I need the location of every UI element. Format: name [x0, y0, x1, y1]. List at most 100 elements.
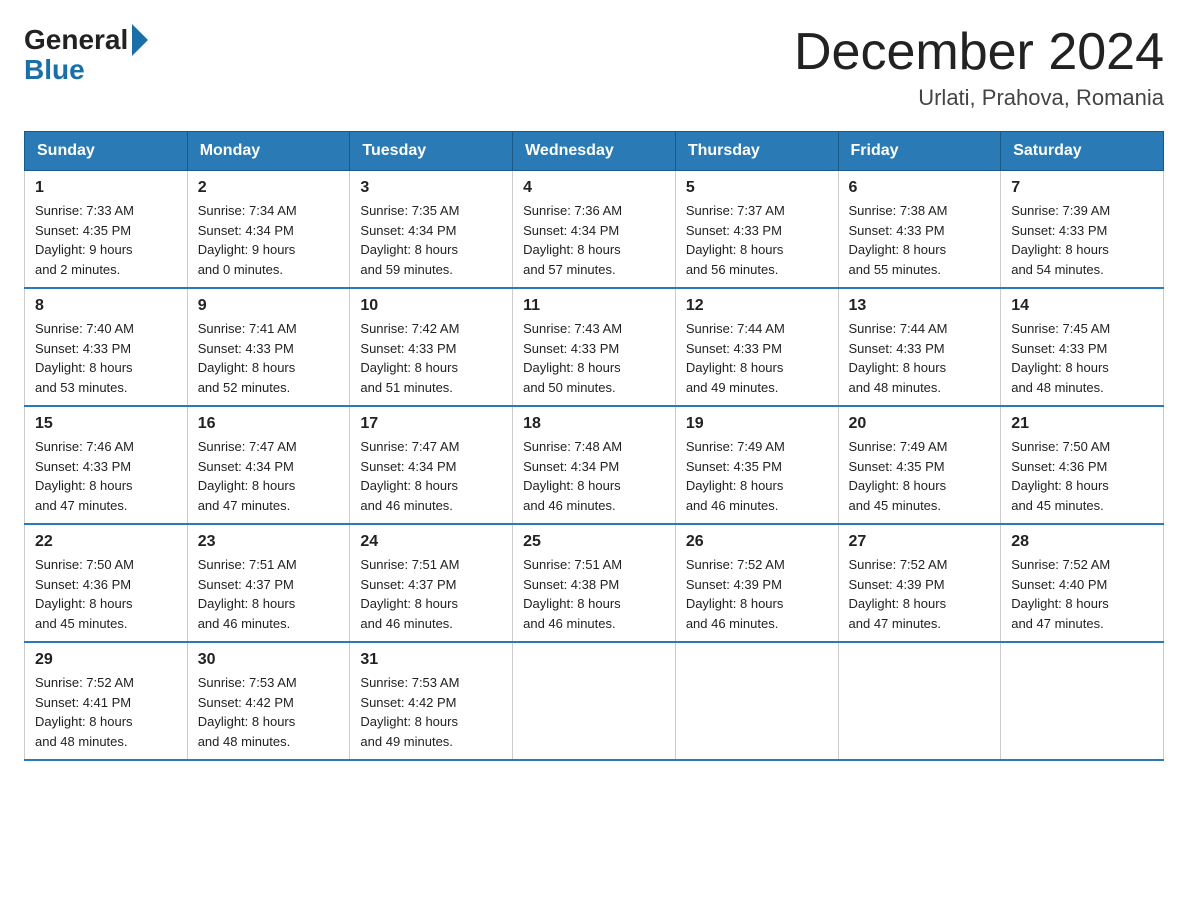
calendar-cell: 5 Sunrise: 7:37 AM Sunset: 4:33 PM Dayli… — [675, 171, 838, 289]
day-info: Sunrise: 7:43 AM Sunset: 4:33 PM Dayligh… — [523, 319, 665, 397]
day-number: 24 — [360, 533, 502, 551]
calendar-cell: 7 Sunrise: 7:39 AM Sunset: 4:33 PM Dayli… — [1001, 171, 1164, 289]
day-info: Sunrise: 7:49 AM Sunset: 4:35 PM Dayligh… — [686, 437, 828, 515]
day-number: 21 — [1011, 415, 1153, 433]
calendar-cell: 12 Sunrise: 7:44 AM Sunset: 4:33 PM Dayl… — [675, 288, 838, 406]
day-info: Sunrise: 7:52 AM Sunset: 4:40 PM Dayligh… — [1011, 555, 1153, 633]
calendar-cell: 23 Sunrise: 7:51 AM Sunset: 4:37 PM Dayl… — [187, 524, 350, 642]
day-number: 12 — [686, 297, 828, 315]
day-info: Sunrise: 7:45 AM Sunset: 4:33 PM Dayligh… — [1011, 319, 1153, 397]
calendar-cell: 26 Sunrise: 7:52 AM Sunset: 4:39 PM Dayl… — [675, 524, 838, 642]
calendar-cell: 11 Sunrise: 7:43 AM Sunset: 4:33 PM Dayl… — [513, 288, 676, 406]
day-info: Sunrise: 7:50 AM Sunset: 4:36 PM Dayligh… — [35, 555, 177, 633]
calendar-cell: 17 Sunrise: 7:47 AM Sunset: 4:34 PM Dayl… — [350, 406, 513, 524]
day-number: 17 — [360, 415, 502, 433]
day-info: Sunrise: 7:44 AM Sunset: 4:33 PM Dayligh… — [686, 319, 828, 397]
calendar-cell: 16 Sunrise: 7:47 AM Sunset: 4:34 PM Dayl… — [187, 406, 350, 524]
calendar-cell: 20 Sunrise: 7:49 AM Sunset: 4:35 PM Dayl… — [838, 406, 1001, 524]
calendar-week-1: 1 Sunrise: 7:33 AM Sunset: 4:35 PM Dayli… — [25, 171, 1164, 289]
day-info: Sunrise: 7:52 AM Sunset: 4:41 PM Dayligh… — [35, 673, 177, 751]
calendar-cell — [675, 642, 838, 760]
calendar-header-row: SundayMondayTuesdayWednesdayThursdayFrid… — [25, 132, 1164, 171]
calendar-cell — [1001, 642, 1164, 760]
day-number: 20 — [849, 415, 991, 433]
calendar-cell: 1 Sunrise: 7:33 AM Sunset: 4:35 PM Dayli… — [25, 171, 188, 289]
day-number: 9 — [198, 297, 340, 315]
page-header: General Blue December 2024 Urlati, Praho… — [24, 24, 1164, 111]
calendar-cell — [513, 642, 676, 760]
day-number: 18 — [523, 415, 665, 433]
day-number: 15 — [35, 415, 177, 433]
day-info: Sunrise: 7:41 AM Sunset: 4:33 PM Dayligh… — [198, 319, 340, 397]
day-info: Sunrise: 7:44 AM Sunset: 4:33 PM Dayligh… — [849, 319, 991, 397]
day-info: Sunrise: 7:47 AM Sunset: 4:34 PM Dayligh… — [360, 437, 502, 515]
calendar-cell: 2 Sunrise: 7:34 AM Sunset: 4:34 PM Dayli… — [187, 171, 350, 289]
day-number: 25 — [523, 533, 665, 551]
logo-general-text: General — [24, 26, 128, 54]
day-number: 31 — [360, 651, 502, 669]
calendar-cell: 8 Sunrise: 7:40 AM Sunset: 4:33 PM Dayli… — [25, 288, 188, 406]
day-number: 19 — [686, 415, 828, 433]
calendar-cell — [838, 642, 1001, 760]
day-info: Sunrise: 7:34 AM Sunset: 4:34 PM Dayligh… — [198, 201, 340, 279]
day-number: 26 — [686, 533, 828, 551]
calendar-cell: 25 Sunrise: 7:51 AM Sunset: 4:38 PM Dayl… — [513, 524, 676, 642]
calendar-week-5: 29 Sunrise: 7:52 AM Sunset: 4:41 PM Dayl… — [25, 642, 1164, 760]
calendar-cell: 22 Sunrise: 7:50 AM Sunset: 4:36 PM Dayl… — [25, 524, 188, 642]
calendar-cell: 4 Sunrise: 7:36 AM Sunset: 4:34 PM Dayli… — [513, 171, 676, 289]
day-info: Sunrise: 7:51 AM Sunset: 4:38 PM Dayligh… — [523, 555, 665, 633]
header-saturday: Saturday — [1001, 132, 1164, 171]
day-number: 6 — [849, 179, 991, 197]
calendar-week-2: 8 Sunrise: 7:40 AM Sunset: 4:33 PM Dayli… — [25, 288, 1164, 406]
calendar-cell: 18 Sunrise: 7:48 AM Sunset: 4:34 PM Dayl… — [513, 406, 676, 524]
calendar-cell: 27 Sunrise: 7:52 AM Sunset: 4:39 PM Dayl… — [838, 524, 1001, 642]
logo-triangle-icon — [132, 24, 148, 56]
day-info: Sunrise: 7:50 AM Sunset: 4:36 PM Dayligh… — [1011, 437, 1153, 515]
day-number: 1 — [35, 179, 177, 197]
day-info: Sunrise: 7:47 AM Sunset: 4:34 PM Dayligh… — [198, 437, 340, 515]
calendar-cell: 29 Sunrise: 7:52 AM Sunset: 4:41 PM Dayl… — [25, 642, 188, 760]
header-monday: Monday — [187, 132, 350, 171]
day-info: Sunrise: 7:49 AM Sunset: 4:35 PM Dayligh… — [849, 437, 991, 515]
calendar-cell: 6 Sunrise: 7:38 AM Sunset: 4:33 PM Dayli… — [838, 171, 1001, 289]
calendar-cell: 30 Sunrise: 7:53 AM Sunset: 4:42 PM Dayl… — [187, 642, 350, 760]
calendar-cell: 28 Sunrise: 7:52 AM Sunset: 4:40 PM Dayl… — [1001, 524, 1164, 642]
header-wednesday: Wednesday — [513, 132, 676, 171]
logo: General Blue — [24, 24, 150, 84]
day-info: Sunrise: 7:53 AM Sunset: 4:42 PM Dayligh… — [360, 673, 502, 751]
day-info: Sunrise: 7:40 AM Sunset: 4:33 PM Dayligh… — [35, 319, 177, 397]
calendar-cell: 24 Sunrise: 7:51 AM Sunset: 4:37 PM Dayl… — [350, 524, 513, 642]
logo-blue-text: Blue — [24, 56, 85, 84]
day-info: Sunrise: 7:51 AM Sunset: 4:37 PM Dayligh… — [198, 555, 340, 633]
day-number: 16 — [198, 415, 340, 433]
calendar-cell: 19 Sunrise: 7:49 AM Sunset: 4:35 PM Dayl… — [675, 406, 838, 524]
day-number: 13 — [849, 297, 991, 315]
day-info: Sunrise: 7:42 AM Sunset: 4:33 PM Dayligh… — [360, 319, 502, 397]
calendar-cell: 3 Sunrise: 7:35 AM Sunset: 4:34 PM Dayli… — [350, 171, 513, 289]
day-info: Sunrise: 7:46 AM Sunset: 4:33 PM Dayligh… — [35, 437, 177, 515]
day-number: 5 — [686, 179, 828, 197]
day-number: 14 — [1011, 297, 1153, 315]
day-info: Sunrise: 7:36 AM Sunset: 4:34 PM Dayligh… — [523, 201, 665, 279]
day-info: Sunrise: 7:39 AM Sunset: 4:33 PM Dayligh… — [1011, 201, 1153, 279]
calendar-cell: 10 Sunrise: 7:42 AM Sunset: 4:33 PM Dayl… — [350, 288, 513, 406]
day-number: 29 — [35, 651, 177, 669]
day-info: Sunrise: 7:38 AM Sunset: 4:33 PM Dayligh… — [849, 201, 991, 279]
calendar-cell: 14 Sunrise: 7:45 AM Sunset: 4:33 PM Dayl… — [1001, 288, 1164, 406]
header-thursday: Thursday — [675, 132, 838, 171]
day-info: Sunrise: 7:37 AM Sunset: 4:33 PM Dayligh… — [686, 201, 828, 279]
calendar-table: SundayMondayTuesdayWednesdayThursdayFrid… — [24, 131, 1164, 761]
calendar-cell: 15 Sunrise: 7:46 AM Sunset: 4:33 PM Dayl… — [25, 406, 188, 524]
day-number: 7 — [1011, 179, 1153, 197]
day-number: 11 — [523, 297, 665, 315]
calendar-week-4: 22 Sunrise: 7:50 AM Sunset: 4:36 PM Dayl… — [25, 524, 1164, 642]
day-info: Sunrise: 7:48 AM Sunset: 4:34 PM Dayligh… — [523, 437, 665, 515]
day-info: Sunrise: 7:53 AM Sunset: 4:42 PM Dayligh… — [198, 673, 340, 751]
main-title: December 2024 — [794, 24, 1164, 81]
calendar-cell: 13 Sunrise: 7:44 AM Sunset: 4:33 PM Dayl… — [838, 288, 1001, 406]
day-info: Sunrise: 7:51 AM Sunset: 4:37 PM Dayligh… — [360, 555, 502, 633]
day-info: Sunrise: 7:35 AM Sunset: 4:34 PM Dayligh… — [360, 201, 502, 279]
day-number: 27 — [849, 533, 991, 551]
title-block: December 2024 Urlati, Prahova, Romania — [794, 24, 1164, 111]
calendar-cell: 21 Sunrise: 7:50 AM Sunset: 4:36 PM Dayl… — [1001, 406, 1164, 524]
